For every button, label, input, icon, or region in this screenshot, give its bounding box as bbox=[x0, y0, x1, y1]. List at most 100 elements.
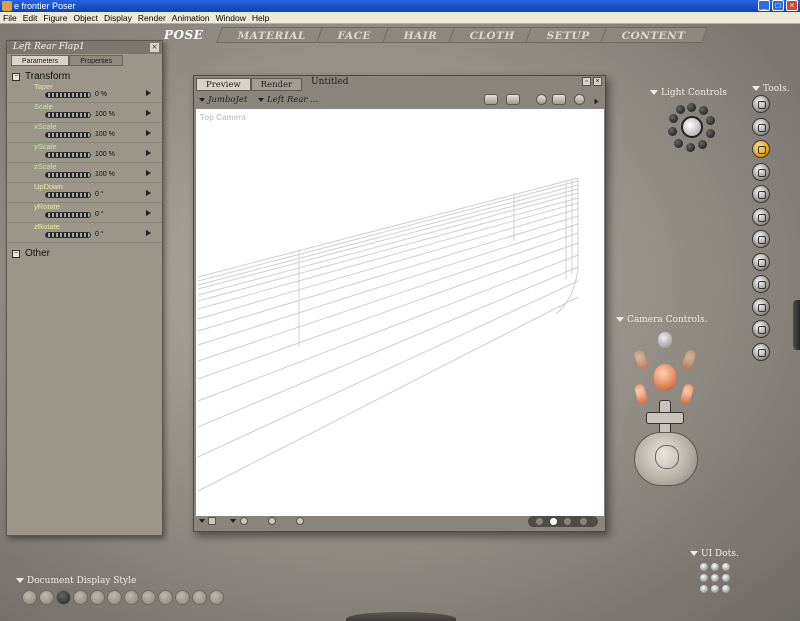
light-icon[interactable] bbox=[574, 94, 585, 105]
menu-window[interactable]: Window bbox=[213, 12, 249, 23]
param-menu-arrow-icon[interactable] bbox=[146, 210, 151, 216]
style-smooth-lined-icon[interactable] bbox=[192, 590, 207, 605]
param-dial[interactable] bbox=[45, 212, 91, 218]
ui-dot[interactable] bbox=[711, 585, 719, 593]
menu-animation[interactable]: Animation bbox=[169, 12, 213, 23]
3d-viewport[interactable]: Top Camera bbox=[196, 109, 604, 516]
param-value[interactable]: 0 ° bbox=[95, 191, 104, 198]
shading-menu-arrow-icon[interactable] bbox=[230, 519, 236, 523]
taper-tool-icon[interactable] bbox=[752, 207, 770, 226]
style-hidden-line-icon[interactable] bbox=[73, 590, 88, 605]
camera-settings-icon[interactable] bbox=[506, 94, 520, 105]
main-camera-head-icon[interactable] bbox=[654, 364, 676, 390]
param-value[interactable]: 0 ° bbox=[95, 231, 104, 238]
shadow-color-icon[interactable] bbox=[268, 517, 276, 525]
light-orb[interactable] bbox=[698, 140, 707, 149]
collapse-icon[interactable]: − bbox=[12, 73, 20, 81]
layout-dot-4[interactable] bbox=[580, 518, 587, 525]
light-orb[interactable] bbox=[706, 129, 715, 138]
param-dial[interactable] bbox=[45, 232, 91, 238]
param-menu-arrow-icon[interactable] bbox=[146, 130, 151, 136]
room-tab-cloth[interactable]: CLOTH bbox=[447, 27, 537, 43]
menu-edit[interactable]: Edit bbox=[20, 12, 41, 23]
style-wireframe-icon[interactable] bbox=[56, 590, 71, 605]
camera-right-hand-icon[interactable] bbox=[679, 383, 695, 405]
style-outline-icon[interactable] bbox=[39, 590, 54, 605]
group-other[interactable]: − Other bbox=[7, 247, 162, 260]
menu-help[interactable]: Help bbox=[249, 12, 272, 23]
light-orb[interactable] bbox=[668, 127, 677, 136]
ui-dot[interactable] bbox=[722, 563, 730, 571]
param-dial[interactable] bbox=[45, 112, 91, 118]
param-dial[interactable] bbox=[45, 152, 91, 158]
layout-dot-1[interactable] bbox=[536, 518, 543, 525]
window-title-bar[interactable]: e frontier Poser _ □ × bbox=[0, 0, 800, 12]
group-transform[interactable]: − Transform bbox=[7, 70, 162, 83]
twist-tool-icon[interactable] bbox=[752, 117, 770, 136]
style-silhouette-icon[interactable] bbox=[22, 590, 37, 605]
collapse-icon[interactable]: − bbox=[12, 250, 20, 258]
layout-dot-3[interactable] bbox=[564, 518, 571, 525]
light-orb[interactable] bbox=[699, 106, 708, 115]
param-dial[interactable] bbox=[45, 92, 91, 98]
ui-dot[interactable] bbox=[711, 574, 719, 582]
tab-render[interactable]: Render bbox=[250, 78, 303, 91]
param-value[interactable]: 0 ° bbox=[95, 211, 104, 218]
camera-controls-label[interactable]: Camera Controls. bbox=[616, 315, 707, 325]
view-magnifier-tool-icon[interactable] bbox=[752, 297, 770, 316]
style-cartoon-icon[interactable] bbox=[141, 590, 156, 605]
maximize-button[interactable]: □ bbox=[772, 0, 784, 11]
light-orb[interactable] bbox=[676, 105, 685, 114]
bottom-menu-arrow-icon[interactable] bbox=[199, 519, 205, 523]
morphing-tool-icon[interactable] bbox=[752, 320, 770, 338]
face-camera-icon[interactable] bbox=[658, 332, 672, 348]
ui-dot[interactable] bbox=[700, 585, 708, 593]
parameters-panel-header[interactable]: Left Rear Flap1 × bbox=[7, 41, 162, 54]
layout-dots[interactable] bbox=[528, 516, 598, 527]
light-controls-label[interactable]: Light Controls bbox=[650, 88, 727, 98]
document-display-style-label[interactable]: Document Display Style bbox=[16, 576, 136, 586]
ui-dot[interactable] bbox=[722, 574, 730, 582]
param-value[interactable]: 100 % bbox=[95, 151, 115, 158]
tab-preview[interactable]: Preview bbox=[196, 78, 251, 91]
param-dial[interactable] bbox=[45, 192, 91, 198]
translate-tool-icon[interactable] bbox=[752, 140, 770, 158]
param-scale[interactable]: Scale 100 % bbox=[7, 103, 162, 123]
trackball-icon[interactable] bbox=[634, 432, 698, 486]
menu-object[interactable]: Object bbox=[70, 12, 101, 23]
move-xz-icon[interactable] bbox=[646, 412, 684, 424]
param-menu-arrow-icon[interactable] bbox=[146, 150, 151, 156]
light-orb[interactable] bbox=[686, 143, 695, 152]
animation-controls-handle[interactable] bbox=[346, 612, 456, 621]
figure-color-icon[interactable] bbox=[240, 517, 248, 525]
background-color-icon[interactable] bbox=[208, 517, 216, 525]
library-palette-handle[interactable] bbox=[793, 300, 800, 350]
scale-tool-icon[interactable] bbox=[752, 185, 770, 203]
document-close-icon[interactable]: × bbox=[593, 77, 602, 86]
light-orb[interactable] bbox=[706, 116, 715, 125]
layout-dot-2[interactable] bbox=[550, 518, 557, 525]
panel-close-icon[interactable]: × bbox=[150, 43, 159, 52]
param-value[interactable]: 0 % bbox=[95, 91, 107, 98]
light-sphere-icon[interactable] bbox=[681, 116, 703, 138]
color-tool-icon[interactable] bbox=[752, 252, 770, 271]
options-menu-arrow-icon[interactable] bbox=[590, 96, 604, 105]
style-cartoon-line-icon[interactable] bbox=[158, 590, 173, 605]
rotate-tool-icon[interactable] bbox=[752, 95, 770, 113]
param-value[interactable]: 100 % bbox=[95, 111, 115, 118]
translate-in-out-tool-icon[interactable] bbox=[752, 162, 770, 181]
actor-select-menu[interactable]: Left Rear ... bbox=[258, 93, 318, 107]
grouping-tool-icon[interactable] bbox=[752, 275, 770, 293]
camera-controls[interactable] bbox=[622, 330, 712, 490]
param-zscale[interactable]: zScale 100 % bbox=[7, 163, 162, 183]
room-tab-material[interactable]: MATERIAL bbox=[216, 27, 329, 43]
param-yscale[interactable]: yScale 100 % bbox=[7, 143, 162, 163]
param-value[interactable]: 100 % bbox=[95, 131, 115, 138]
document-resize-icon[interactable]: ▫ bbox=[582, 77, 591, 86]
style-flat-shaded-icon[interactable] bbox=[107, 590, 122, 605]
ui-dot[interactable] bbox=[711, 563, 719, 571]
figure-select-menu[interactable]: JumboJet bbox=[199, 93, 247, 107]
param-menu-arrow-icon[interactable] bbox=[146, 90, 151, 96]
menu-file[interactable]: File bbox=[0, 12, 20, 23]
chain-break-tool-icon[interactable] bbox=[752, 230, 770, 248]
